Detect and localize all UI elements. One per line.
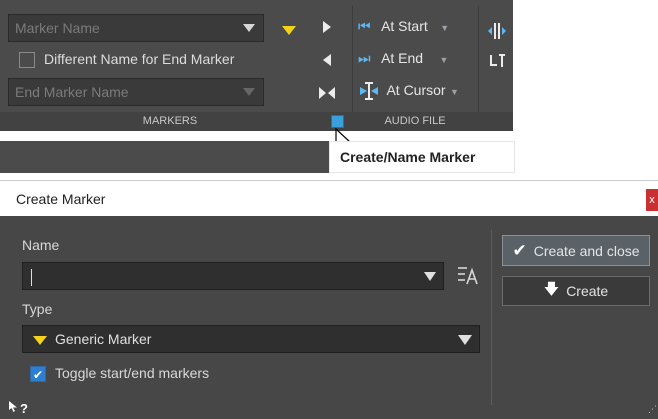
create-label: Create	[566, 283, 609, 299]
go-start-icon: ⏮	[358, 18, 371, 34]
markers-group-label: MARKERS	[142, 115, 198, 127]
at-end-button[interactable]: ⏭ At End ▼	[358, 50, 470, 72]
chevron-down-icon[interactable]: ▼	[440, 55, 449, 65]
chevron-down-icon[interactable]: ▼	[450, 87, 459, 97]
help-pointer-icon[interactable]	[8, 400, 20, 413]
at-start-button[interactable]: ⏮ At Start ▼	[358, 18, 470, 40]
dialog-title: Create Marker	[16, 191, 106, 207]
end-marker-name-combo[interactable]: End Marker Name	[8, 78, 264, 106]
create-button[interactable]: 🡇 Create	[502, 276, 650, 306]
trim-icon[interactable]	[489, 53, 507, 69]
toggle-markers-checkbox[interactable]: ✔	[30, 366, 46, 382]
chevron-down-icon[interactable]	[243, 88, 255, 96]
chevron-down-icon[interactable]	[458, 335, 472, 345]
at-end-label: At End	[381, 50, 424, 66]
sort-text-icon[interactable]	[456, 264, 480, 286]
toggle-markers-label: Toggle start/end markers	[55, 365, 210, 381]
chevron-down-icon[interactable]	[243, 24, 255, 32]
bow-tie-icon[interactable]	[318, 86, 336, 100]
yellow-marker-triangle-icon[interactable]	[282, 26, 296, 35]
at-cursor-label: At Cursor	[386, 82, 446, 99]
generic-marker-icon	[33, 336, 47, 345]
resize-grip-icon[interactable]: ⋰	[648, 404, 658, 415]
ribbon-divider	[478, 6, 479, 128]
go-end-icon: ⏭	[358, 50, 371, 66]
at-start-label: At Start	[381, 18, 428, 34]
name-input[interactable]	[22, 262, 444, 290]
play-right-icon[interactable]	[322, 20, 332, 34]
different-name-checkbox[interactable]	[19, 52, 35, 68]
arrow-down-icon: 🡇	[543, 280, 560, 298]
marker-name-placeholder: Marker Name	[15, 20, 100, 36]
type-select[interactable]: Generic Marker	[22, 325, 480, 353]
end-marker-name-placeholder: End Marker Name	[15, 84, 129, 100]
ribbon-divider	[352, 6, 353, 128]
name-label: Name	[22, 237, 60, 253]
tooltip: Create/Name Marker	[329, 141, 515, 173]
marker-name-combo[interactable]: Marker Name	[8, 14, 264, 42]
at-cursor-button[interactable]: At Cursor ▼	[358, 82, 470, 104]
text-caret	[31, 268, 32, 286]
split-icon[interactable]	[487, 22, 507, 40]
different-name-label: Different Name for End Marker	[44, 51, 235, 67]
chevron-down-icon[interactable]: ▼	[440, 23, 449, 33]
close-button[interactable]: x	[646, 189, 658, 211]
create-and-close-button[interactable]: ✔ Create and close	[502, 235, 650, 266]
chevron-down-icon[interactable]	[424, 272, 436, 281]
help-icon[interactable]: ?	[20, 401, 28, 416]
play-left-icon[interactable]	[322, 53, 332, 67]
create-and-close-label: Create and close	[533, 242, 640, 259]
type-select-value: Generic Marker	[55, 331, 152, 347]
cursor-marker-icon	[360, 82, 378, 100]
audio-file-group-label: AUDIO FILE	[384, 115, 446, 127]
checkmark-icon: ✔	[512, 240, 527, 260]
ribbon-lower-strip	[0, 141, 329, 173]
type-label: Type	[22, 301, 53, 317]
dialog-separator	[491, 230, 492, 405]
